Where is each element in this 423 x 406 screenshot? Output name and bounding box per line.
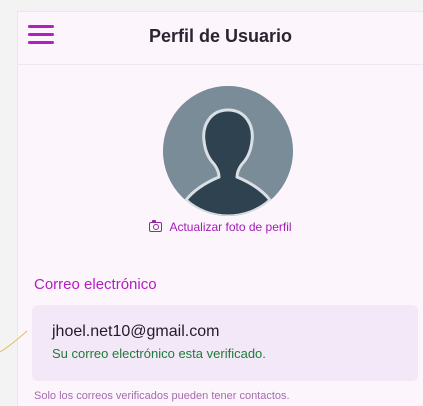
avatar[interactable]	[163, 86, 293, 216]
email-verified-status: Su correo electrónico esta verificado.	[52, 346, 266, 361]
verified-email-note: Solo los correos verificados pueden tene…	[34, 390, 290, 402]
app-bar: Perfil de Usuario	[18, 12, 423, 65]
person-silhouette-icon	[163, 86, 293, 216]
update-profile-photo-button[interactable]: Actualizar foto de perfil	[18, 220, 423, 234]
camera-icon	[149, 220, 163, 232]
screen: Perfil de Usuario Actualizar foto de per…	[0, 0, 423, 406]
page-title: Perfil de Usuario	[148, 26, 293, 46]
email-section-label: Correo electrónico	[34, 276, 157, 293]
profile-screen: Perfil de Usuario Actualizar foto de per…	[18, 12, 423, 406]
email-card[interactable]: jhoel.net10@gmail.com Su correo electrón…	[32, 305, 418, 381]
update-photo-label: Actualizar foto de perfil	[169, 220, 292, 234]
email-value: jhoel.net10@gmail.com	[52, 323, 220, 340]
